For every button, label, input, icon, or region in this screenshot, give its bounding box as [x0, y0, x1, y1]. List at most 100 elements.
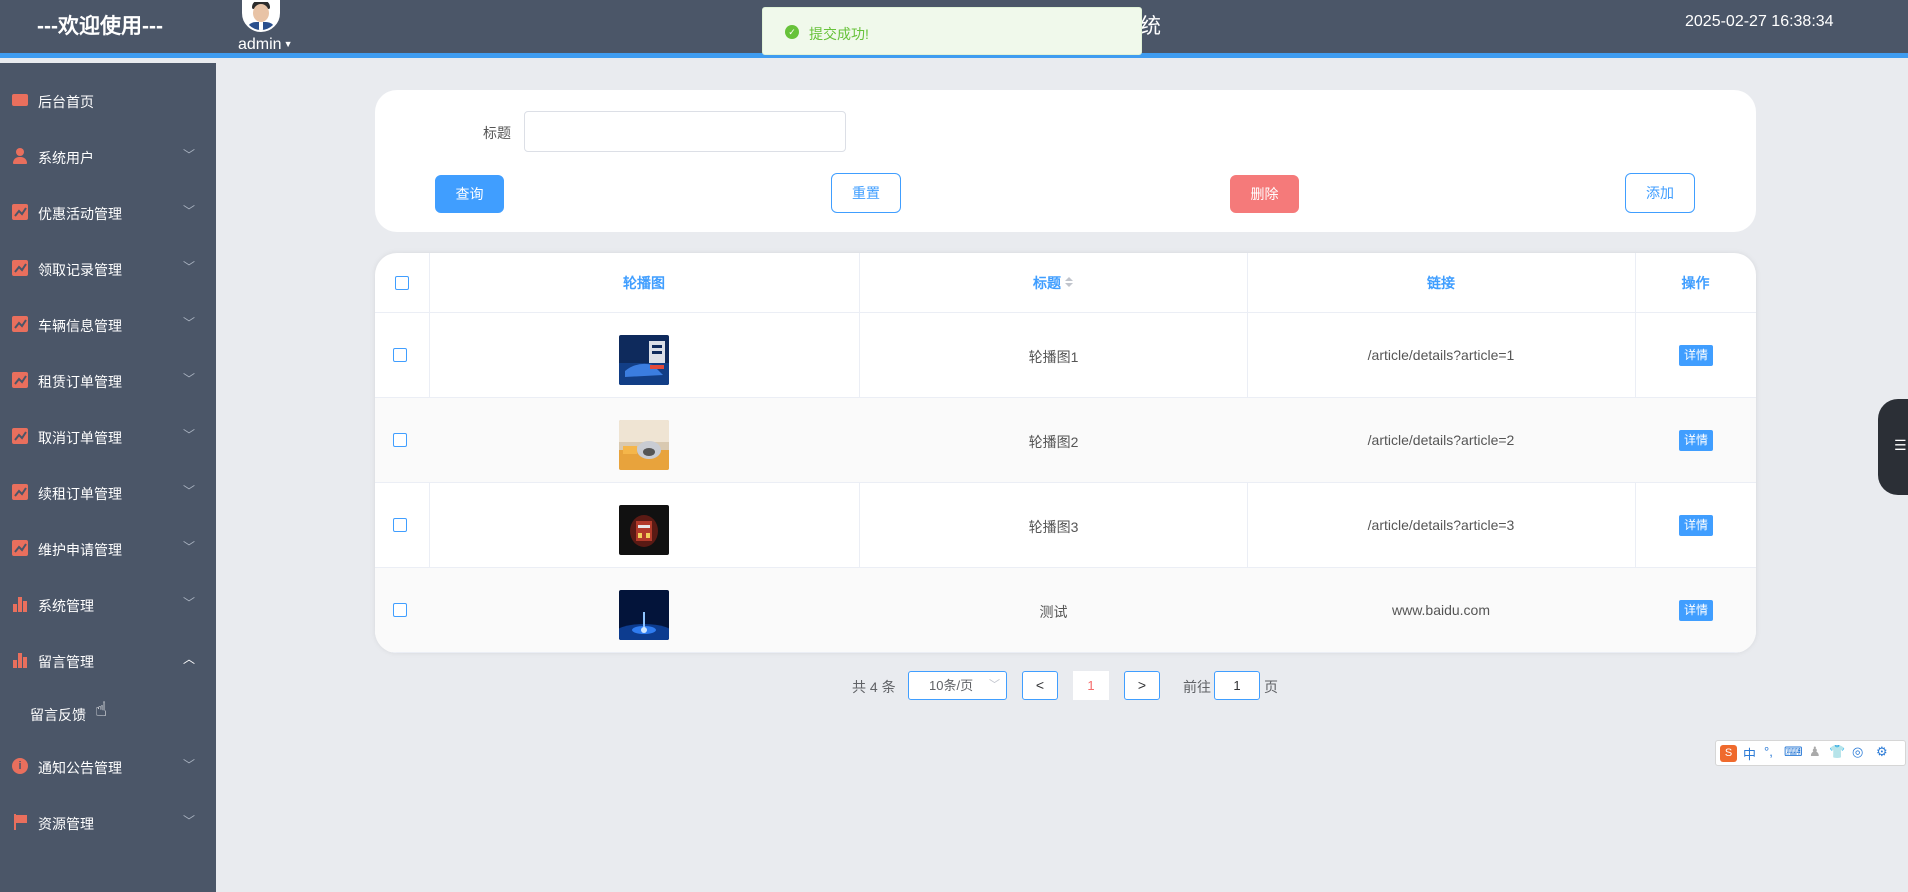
current-page[interactable]: 1 [1073, 671, 1109, 700]
sidebar-item-claim-records[interactable]: 领取记录管理 ﹀ [0, 241, 216, 297]
row-checkbox[interactable] [393, 518, 407, 532]
settings-icon[interactable]: ⚙ [1876, 744, 1888, 760]
sidebar-item-notices[interactable]: i 通知公告管理 ﹀ [0, 739, 216, 795]
ime-mode[interactable]: 中 [1743, 744, 1756, 763]
sidebar-item-vehicles[interactable]: 车辆信息管理 ﹀ [0, 297, 216, 353]
monitor-icon [12, 94, 28, 106]
info-icon: i [12, 758, 28, 774]
detail-button[interactable]: 详情 [1679, 600, 1713, 621]
chevron-down-icon: ﹀ [183, 596, 196, 610]
carousel-thumbnail [619, 505, 669, 555]
column-header-label: 标题 [1033, 275, 1061, 291]
menu-icon: ☰ [1894, 437, 1907, 453]
sidebar-item-label: 资源管理 [38, 816, 94, 832]
chevron-down-icon: ﹀ [183, 260, 196, 274]
pagination-total: 共 4 条 [852, 679, 896, 695]
chart-icon [12, 428, 28, 444]
row-link: /article/details?article=2 [1367, 432, 1515, 448]
skin-icon[interactable]: 👕 [1829, 744, 1845, 760]
chevron-down-icon: ﹀ [183, 540, 196, 554]
row-title: 轮播图2 [1028, 434, 1079, 450]
voice-icon[interactable]: ◎ [1852, 744, 1863, 760]
sidebar-item-system-management[interactable]: 系统管理 ﹀ [0, 577, 216, 633]
sidebar-item-promotions[interactable]: 优惠活动管理 ﹀ [0, 185, 216, 241]
sort-icon[interactable] [1065, 277, 1073, 288]
toast-message: 提交成功! [809, 26, 869, 42]
table-row: 轮播图1 /article/details?article=1 详情 [375, 313, 1756, 398]
sidebar-item-label: 租赁订单管理 [38, 374, 122, 390]
row-checkbox[interactable] [393, 348, 407, 362]
keyboard-icon[interactable]: ⌨ [1784, 744, 1803, 760]
sidebar-item-home[interactable]: 后台首页 [0, 73, 216, 129]
chevron-down-icon: ﹀ [183, 316, 196, 330]
carousel-thumbnail [619, 335, 669, 385]
detail-button[interactable]: 详情 [1679, 345, 1713, 366]
page-suffix: 页 [1264, 679, 1278, 695]
sidebar-item-label: 维护申请管理 [38, 542, 122, 558]
detail-button[interactable]: 详情 [1679, 515, 1713, 536]
add-button[interactable]: 添加 [1625, 173, 1695, 213]
row-checkbox[interactable] [393, 603, 407, 617]
user-menu[interactable]: admin ▼ [238, 36, 293, 54]
title-search-input[interactable] [524, 111, 846, 152]
row-title: 轮播图3 [1028, 519, 1079, 535]
page-size-value: 10条/页 [929, 678, 974, 693]
chart-icon [12, 540, 28, 556]
sidebar-subitem-label: 留言反馈 [30, 707, 86, 723]
row-link: /article/details?article=3 [1367, 517, 1515, 533]
table-header: 轮播图 标题 链接 操作 [375, 253, 1756, 313]
chart-icon [12, 260, 28, 276]
punctuation-icon[interactable]: °, [1764, 744, 1773, 759]
row-link: /article/details?article=1 [1367, 347, 1515, 363]
page-size-select[interactable]: 10条/页 ﹀ [908, 671, 1007, 700]
sidebar-item-label: 车辆信息管理 [38, 318, 122, 334]
user-icon[interactable]: ♟ [1809, 744, 1821, 760]
ime-toolbar: S 中 °, ⌨ ♟ 👕 ◎ ⚙ [1715, 740, 1906, 766]
hand-cursor-icon: ☝ [95, 699, 108, 721]
sidebar-item-rental-orders[interactable]: 租赁订单管理 ﹀ [0, 353, 216, 409]
query-button[interactable]: 查询 [435, 175, 504, 213]
title-filter-label: 标题 [483, 125, 511, 141]
goto-label: 前往 [1183, 679, 1211, 695]
sidebar-item-label: 优惠活动管理 [38, 206, 122, 222]
row-title: 轮播图1 [1028, 349, 1079, 365]
column-header-actions: 操作 [1681, 275, 1710, 291]
detail-button[interactable]: 详情 [1679, 430, 1713, 451]
sidebar-item-label: 续租订单管理 [38, 486, 122, 502]
select-all-checkbox[interactable] [395, 276, 409, 290]
welcome-text: ---欢迎使用--- [37, 15, 163, 38]
sidebar-subitem-feedback[interactable]: 留言反馈 [0, 689, 216, 739]
chart-icon [12, 372, 28, 388]
sidebar-item-cancel-orders[interactable]: 取消订单管理 ﹀ [0, 409, 216, 465]
username: admin [238, 36, 282, 53]
chevron-down-icon: ﹀ [183, 758, 196, 772]
sidebar-item-label: 系统管理 [38, 598, 94, 614]
sidebar-item-maintenance[interactable]: 维护申请管理 ﹀ [0, 521, 216, 577]
delete-button[interactable]: 删除 [1230, 175, 1299, 213]
bar-chart-icon [12, 596, 28, 612]
sidebar-item-messages[interactable]: 留言管理 ︿ [0, 633, 216, 689]
carousel-thumbnail [619, 420, 669, 470]
caret-down-icon: ▼ [283, 39, 293, 49]
sidebar-item-label: 领取记录管理 [38, 262, 122, 278]
reset-button[interactable]: 重置 [831, 173, 901, 213]
prev-page-button[interactable]: < [1022, 671, 1058, 700]
success-toast: ✓ 提交成功! [762, 7, 1142, 55]
sogou-logo-icon[interactable]: S [1720, 745, 1737, 762]
chevron-down-icon: ﹀ [183, 484, 196, 498]
sidebar-item-resources[interactable]: 资源管理 ﹀ [0, 795, 216, 851]
chart-icon [12, 316, 28, 332]
table-row: 轮播图3 /article/details?article=3 详情 [375, 483, 1756, 568]
datetime: 2025-02-27 16:38:34 [1685, 13, 1834, 30]
next-page-button[interactable]: > [1124, 671, 1160, 700]
side-drawer-toggle[interactable]: ☰ [1878, 399, 1908, 495]
row-checkbox[interactable] [393, 433, 407, 447]
sidebar-item-renewal-orders[interactable]: 续租订单管理 ﹀ [0, 465, 216, 521]
goto-page-input[interactable]: 1 [1214, 671, 1260, 700]
avatar[interactable] [242, 0, 280, 32]
check-circle-icon: ✓ [785, 25, 799, 39]
chevron-down-icon: ﹀ [183, 372, 196, 386]
column-header-title[interactable]: 标题 [859, 253, 1247, 313]
sidebar-item-system-users[interactable]: 系统用户 ﹀ [0, 129, 216, 185]
chart-icon [12, 204, 28, 220]
